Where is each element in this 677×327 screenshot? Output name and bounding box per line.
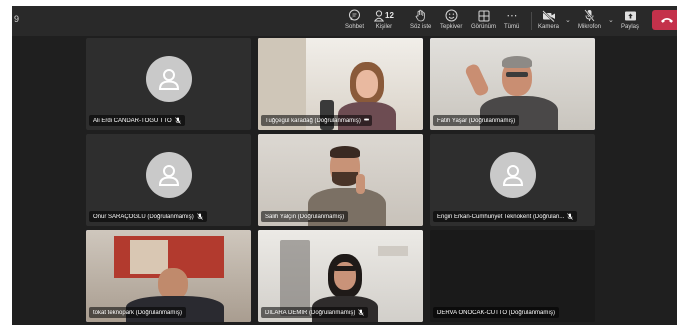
avatar xyxy=(145,56,192,102)
more-button[interactable]: ⋯ Tümü xyxy=(504,8,519,35)
share-icon xyxy=(624,8,637,23)
people-icon-wrap: 12 xyxy=(374,8,394,23)
participant-name: DERVA ONOCAK-CUTTO (Doğrulanmamış) xyxy=(437,309,556,316)
teams-meeting-window: 9 Sohbet 12 Kişiler Söz iste Tepkiver Gö… xyxy=(12,6,677,325)
avatar xyxy=(145,152,192,198)
camera-off-icon xyxy=(541,8,556,23)
participant-name: DİLARA DEMİR (Doğrulanmamış) xyxy=(265,309,356,316)
participant-nameplate: Salih Yalçın (Doğrulanmamış) xyxy=(261,211,349,222)
avatar xyxy=(489,152,536,198)
hang-up-icon xyxy=(661,18,673,23)
view-label: Görünüm xyxy=(471,24,497,30)
participant-tile[interactable]: DERVA ONOCAK-CUTTO (Doğrulanmamış) xyxy=(430,230,595,322)
chat-label: Sohbet xyxy=(345,24,365,30)
leave-call-button[interactable] xyxy=(652,10,677,30)
people-button[interactable]: 12 Kişiler xyxy=(374,8,394,35)
muted-mic-icon xyxy=(196,213,203,220)
participant-nameplate: Onur SARAÇOĞLU (Doğrulanmamış) xyxy=(89,211,207,222)
smiley-icon xyxy=(445,8,458,23)
participant-tile[interactable]: Tuğçegül karadağ (Doğrulanmamış) ••• xyxy=(258,38,423,130)
camera-label: Kamera xyxy=(538,24,560,30)
participant-name: Engin Erkan-Cumhuriyet Teknokent (Doğrul… xyxy=(437,213,565,220)
person-icon xyxy=(158,165,179,186)
participant-tile[interactable]: Fatih Yaşar (Doğrulanmamış) xyxy=(430,38,595,130)
mic-off-icon xyxy=(584,8,595,23)
share-label: Paylaş xyxy=(621,24,640,30)
meeting-toolbar: 9 Sohbet 12 Kişiler Söz iste Tepkiver Gö… xyxy=(12,6,677,36)
participant-nameplate: Ali Erdi CANDAR-TOGÜ TTO xyxy=(89,115,185,126)
more-dots-icon: ⋯ xyxy=(506,10,517,22)
participant-tile[interactable]: Engin Erkan-Cumhuriyet Teknokent (Doğrul… xyxy=(430,134,595,226)
participant-nameplate: Engin Erkan-Cumhuriyet Teknokent (Doğrul… xyxy=(433,211,578,222)
participant-nameplate: DİLARA DEMİR (Doğrulanmamış) xyxy=(261,307,369,318)
participant-nameplate: Fatih Yaşar (Doğrulanmamış) xyxy=(433,115,520,126)
more-label: Tümü xyxy=(504,24,520,30)
people-label: Kişiler xyxy=(375,24,393,30)
view-button[interactable]: Görünüm xyxy=(471,8,496,35)
muted-mic-icon xyxy=(174,117,181,124)
raise-hand-button[interactable]: Söz iste xyxy=(410,8,431,35)
participant-nameplate: Tuğçegül karadağ (Doğrulanmamış) ••• xyxy=(261,115,373,126)
participant-nameplate: tokat teknopark (Doğrulanmamış) xyxy=(89,307,187,318)
people-count: 12 xyxy=(385,11,394,20)
camera-options-chevron-icon[interactable]: ⌄ xyxy=(565,16,571,24)
participant-tile[interactable]: DİLARA DEMİR (Doğrulanmamış) xyxy=(258,230,423,322)
participant-tile[interactable]: Ali Erdi CANDAR-TOGÜ TTO xyxy=(86,38,251,130)
microphone-button[interactable]: Mikrofon xyxy=(578,8,601,35)
people-icon xyxy=(374,9,384,21)
share-button[interactable]: Paylaş xyxy=(621,8,639,35)
meeting-timer: 9 xyxy=(14,14,20,24)
participant-tile[interactable]: Salih Yalçın (Doğrulanmamış) xyxy=(258,134,423,226)
mic-options-chevron-icon[interactable]: ⌄ xyxy=(608,16,614,24)
muted-mic-icon xyxy=(567,213,574,220)
participant-name: Fatih Yaşar (Doğrulanmamış) xyxy=(437,117,516,124)
participant-name: tokat teknopark (Doğrulanmamış) xyxy=(93,309,183,316)
grid-view-icon xyxy=(478,8,490,23)
react-button[interactable]: Tepkiver xyxy=(440,8,462,35)
participant-tile[interactable]: tokat teknopark (Doğrulanmamış) xyxy=(86,230,251,322)
toolbar-divider xyxy=(531,12,532,30)
camera-button[interactable]: Kamera xyxy=(538,8,559,35)
microphone-label: Mikrofon xyxy=(578,24,602,30)
participant-name: Ali Erdi CANDAR-TOGÜ TTO xyxy=(93,117,172,124)
participant-nameplate: DERVA ONOCAK-CUTTO (Doğrulanmamış) xyxy=(433,307,560,318)
chat-icon xyxy=(348,8,361,23)
react-label: Tepkiver xyxy=(440,24,463,30)
participant-name: Onur SARAÇOĞLU (Doğrulanmamış) xyxy=(93,213,194,220)
hand-icon xyxy=(415,8,426,23)
person-icon xyxy=(158,69,179,90)
person-icon xyxy=(502,165,523,186)
more-options-icon[interactable]: ••• xyxy=(364,117,369,124)
participant-name: Tuğçegül karadağ (Doğrulanmamış) xyxy=(265,117,361,124)
muted-mic-icon xyxy=(358,309,365,316)
participant-name: Salih Yalçın (Doğrulanmamış) xyxy=(265,213,345,220)
participant-tile[interactable]: Onur SARAÇOĞLU (Doğrulanmamış) xyxy=(86,134,251,226)
chat-button[interactable]: Sohbet xyxy=(345,8,364,35)
raise-hand-label: Söz iste xyxy=(410,24,432,30)
